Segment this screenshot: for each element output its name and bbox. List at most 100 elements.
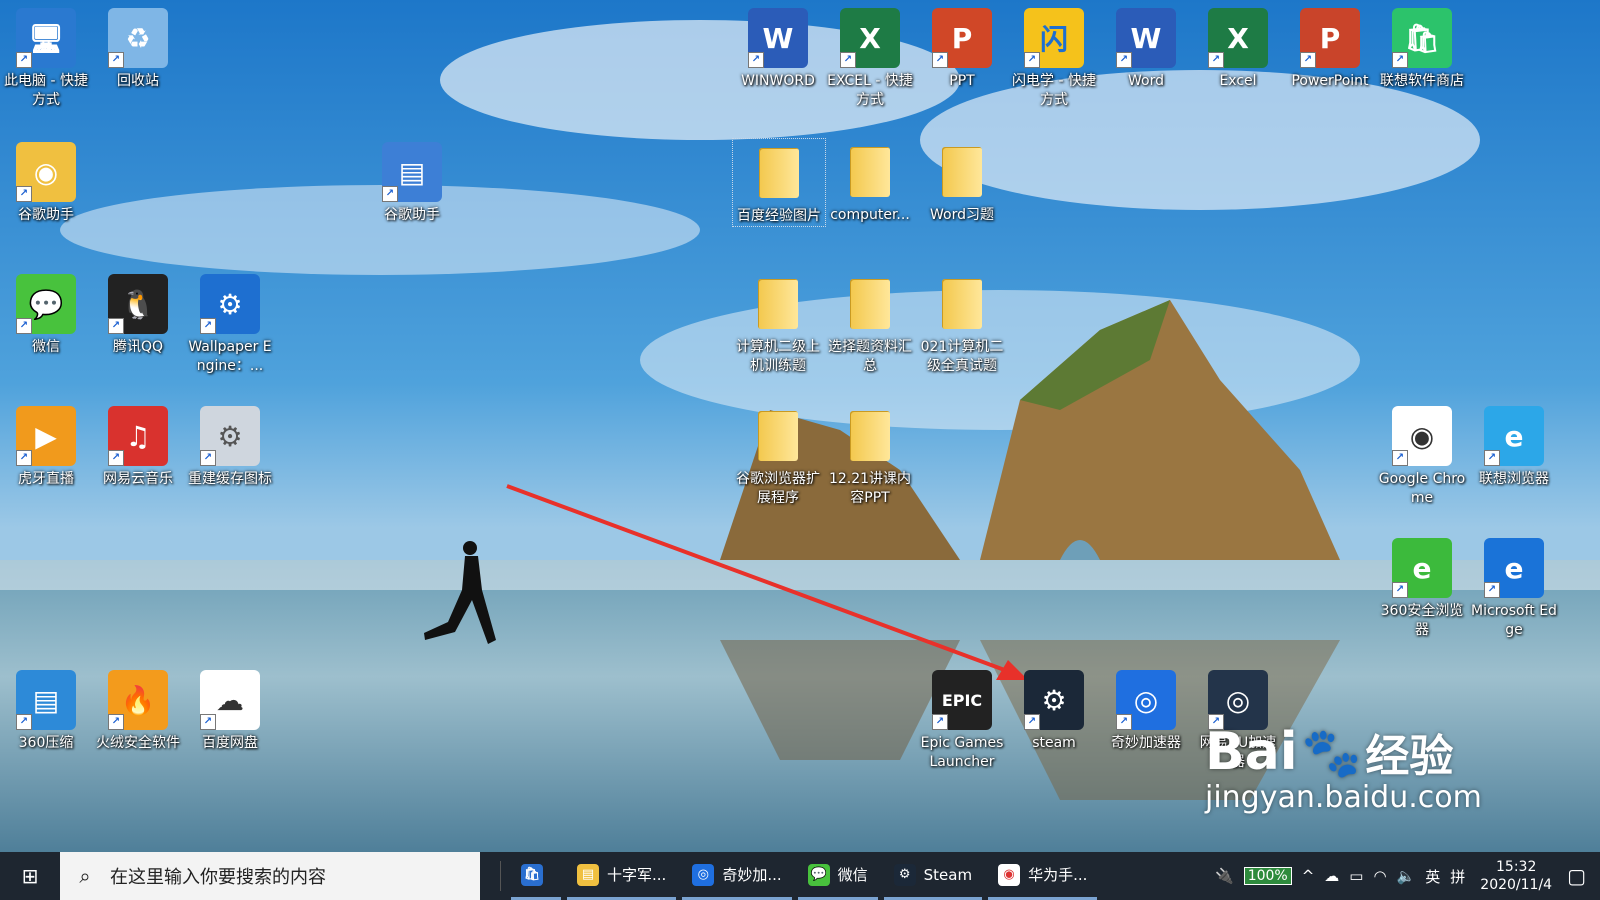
desktop-icon-winword[interactable]: W ↗ WINWORD: [732, 4, 824, 91]
desktop-icon-word[interactable]: W ↗ Word: [1100, 4, 1192, 91]
taskbar-app-label: 奇妙加...: [722, 866, 782, 884]
taskbar-clock[interactable]: 15:32 2020/11/4: [1480, 858, 1552, 894]
epic-games-icon: EPIC ↗: [932, 670, 992, 730]
desktop-icon-label: Word: [1128, 73, 1164, 89]
desktop-icon-google-chrome[interactable]: ◉ ↗ Google Chrome: [1376, 402, 1468, 508]
shortcut-arrow-icon: ↗: [932, 714, 948, 730]
taskbar-app-3[interactable]: 💬 微信: [797, 852, 878, 900]
desktop-icon-360zip[interactable]: ▤ ↗ 360压缩: [0, 666, 92, 753]
shortcut-arrow-icon: ↗: [1484, 582, 1500, 598]
notification-center-icon[interactable]: ▢: [1567, 864, 1586, 888]
taskbar-app-4[interactable]: ⚙ Steam: [883, 852, 983, 900]
netease-music-icon: ♫ ↗: [108, 406, 168, 466]
desktop-icon-label: 闪电学 - 快捷方式: [1012, 73, 1096, 108]
desktop-icon-shandianxue[interactable]: 闪 ↗ 闪电学 - 快捷方式: [1008, 4, 1100, 110]
desktop-icon-folder-1221[interactable]: 12.21讲课内容PPT: [824, 402, 916, 508]
desktop-icon-huorong[interactable]: 🔥 ↗ 火绒安全软件: [92, 666, 184, 753]
desktop-icon-epic-games[interactable]: EPIC ↗ Epic Games Launcher: [916, 666, 1008, 772]
desktop-icon-chrome-helper-2[interactable]: ▤ ↗ 谷歌助手: [366, 138, 458, 225]
folder-icon: [840, 406, 900, 466]
desktop-icon-360-browser[interactable]: e ↗ 360安全浏览器: [1376, 534, 1468, 640]
desktop-icon-folder-word-exercises[interactable]: Word习题: [916, 138, 1008, 225]
ime-mode[interactable]: 拼: [1450, 866, 1465, 887]
icon-glyph: W: [1130, 21, 1162, 55]
desktop-icon-huya[interactable]: ▶ ↗ 虎牙直播: [0, 402, 92, 489]
shortcut-arrow-icon: ↗: [1392, 582, 1408, 598]
winword-icon: W ↗: [748, 8, 808, 68]
battery-icon[interactable]: ▭: [1349, 867, 1363, 885]
folder-icon: [748, 406, 808, 466]
clock-date: 2020/11/4: [1480, 877, 1553, 893]
steam-icon: ⚙ ↗: [1024, 670, 1084, 730]
desktop-icon-folder-computer[interactable]: computer...: [824, 138, 916, 225]
taskbar-app-icon: 🛍: [521, 863, 543, 886]
folder-shape: [850, 147, 890, 197]
desktop-icon-folder-021[interactable]: 021计算机二级全真试题: [916, 270, 1008, 376]
taskbar-app-5[interactable]: ◉ 华为手...: [988, 852, 1098, 900]
desktop-icon-folder-choice-questions[interactable]: 选择题资料汇总: [824, 270, 916, 376]
shortcut-arrow-icon: ↗: [108, 52, 124, 68]
shortcut-arrow-icon: ↗: [382, 186, 398, 202]
taskbar-app-0[interactable]: 🛍: [511, 852, 561, 900]
360-browser-icon: e ↗: [1392, 538, 1452, 598]
icon-glyph: W: [762, 21, 794, 55]
desktop-icon-folder-chrome-ext[interactable]: 谷歌浏览器扩展程序: [732, 402, 824, 508]
desktop-icon-baidu-pan[interactable]: ☁ ↗ 百度网盘: [184, 666, 276, 753]
shortcut-arrow-icon: ↗: [748, 52, 764, 68]
desktop-icon-this-pc[interactable]: 🖥 ↗ 此电脑 - 快捷方式: [0, 4, 92, 110]
start-button[interactable]: ⊞: [0, 852, 60, 900]
taskbar-app-2[interactable]: ◎ 奇妙加...: [682, 852, 792, 900]
desktop-icon-label: 选择题资料汇总: [828, 339, 912, 374]
desktop-icon-qimiao[interactable]: ◎ ↗ 奇妙加速器: [1100, 666, 1192, 753]
power-plug-icon[interactable]: 🔌: [1215, 867, 1234, 885]
desktop-icon-qq[interactable]: 🐧 ↗ 腾讯QQ: [92, 270, 184, 357]
volume-icon[interactable]: 🔈: [1397, 867, 1416, 885]
icon-glyph: ▤: [32, 683, 60, 717]
desktop-icon-folder-baidu-images[interactable]: 百度经验图片: [732, 138, 826, 227]
icon-glyph: e: [1412, 551, 1432, 585]
baidu-pan-icon: ☁ ↗: [200, 670, 260, 730]
desktop-icon-lenovo-store[interactable]: 🛍 ↗ 联想软件商店: [1376, 4, 1468, 91]
folder-shape: [850, 411, 890, 461]
desktop-icon-label: Google Chrome: [1378, 471, 1466, 506]
desktop-icon-recycle-bin[interactable]: ♻ ↗ 回收站: [92, 4, 184, 91]
clock-time: 15:32: [1496, 859, 1537, 875]
battery-indicator[interactable]: 100%: [1243, 867, 1292, 885]
shortcut-arrow-icon: ↗: [1116, 714, 1132, 730]
taskbar-search-box[interactable]: ⌕ 在这里输入你要搜索的内容: [60, 852, 480, 900]
icon-glyph: ☁: [216, 683, 244, 717]
desktop-icon-lenovo-browser[interactable]: e ↗ 联想浏览器: [1468, 402, 1560, 489]
taskbar-app-icon: ⚙: [893, 863, 916, 886]
desktop-icon-microsoft-edge[interactable]: e ↗ Microsoft Edge: [1468, 534, 1560, 640]
desktop-icon-excel-shortcut[interactable]: X ↗ EXCEL - 快捷方式: [824, 4, 916, 110]
desktop-icon-rebuild-cache[interactable]: ⚙ ↗ 重建缓存图标: [184, 402, 276, 489]
desktop-icon-wechat[interactable]: 💬 ↗ 微信: [0, 270, 92, 357]
desktop-icon-ppt[interactable]: P ↗ PPT: [916, 4, 1008, 91]
watermark-brand-tail: 经验: [1365, 731, 1454, 782]
folder-icon: [840, 142, 900, 202]
desktop-icon-excel[interactable]: X ↗ Excel: [1192, 4, 1284, 91]
desktop-icon-powerpoint[interactable]: P ↗ PowerPoint: [1284, 4, 1376, 91]
taskbar-app-1[interactable]: ▤ 十字军...: [567, 852, 677, 900]
shortcut-arrow-icon: ↗: [108, 318, 124, 334]
ime-language[interactable]: 英: [1425, 866, 1440, 887]
onedrive-icon[interactable]: ☁: [1324, 867, 1339, 885]
excel-icon: X ↗: [1208, 8, 1268, 68]
icon-glyph: EPIC: [941, 690, 983, 710]
desktop-icon-folder-computer-practice[interactable]: 计算机二级上机训练题: [732, 270, 824, 376]
desktop-icon-netease-music[interactable]: ♫ ↗ 网易云音乐: [92, 402, 184, 489]
recycle-bin-icon: ♻ ↗: [108, 8, 168, 68]
wifi-icon[interactable]: ◠: [1373, 867, 1386, 885]
desktop-icon-label: 12.21讲课内容PPT: [828, 471, 912, 506]
desktop-icon-label: 021计算机二级全真试题: [920, 339, 1004, 374]
desktop-icon-wallpaper-engine[interactable]: ⚙ ↗ Wallpaper Engine：...: [184, 270, 276, 376]
folder-icon: [932, 274, 992, 334]
desktop-icon-chrome-helper-1[interactable]: ◉ ↗ 谷歌助手: [0, 138, 92, 225]
taskbar-app-icon: ◎: [692, 863, 715, 886]
icon-glyph: ◉: [1409, 419, 1435, 453]
taskbar-app-label: 十字军...: [607, 866, 667, 884]
show-hidden-icons-icon[interactable]: ^: [1302, 867, 1315, 885]
desktop-icon-steam[interactable]: ⚙ ↗ steam: [1008, 666, 1100, 753]
desktop-icon-label: 奇妙加速器: [1111, 735, 1181, 751]
shortcut-arrow-icon: ↗: [1484, 450, 1500, 466]
